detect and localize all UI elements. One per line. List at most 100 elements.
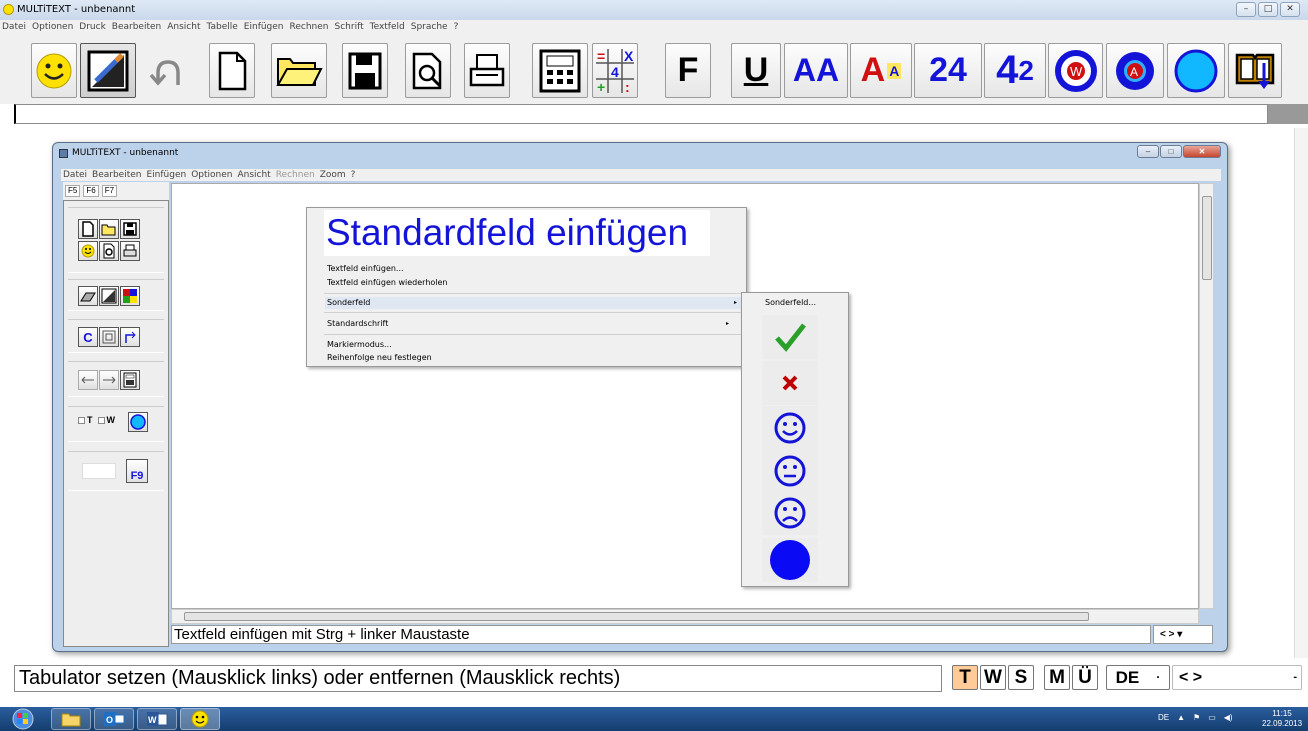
inner-menu-help[interactable]: ? (351, 169, 356, 181)
font-color-button[interactable]: A A (850, 43, 912, 98)
menu-textfeld[interactable]: Textfeld (370, 20, 405, 34)
panel-size-field[interactable] (82, 463, 116, 479)
menu-help[interactable]: ? (454, 20, 459, 34)
inner-vscroll-thumb[interactable] (1202, 196, 1212, 280)
number-42-button[interactable]: 4 2 (984, 43, 1046, 98)
math-grid-button[interactable]: = X 4 +: (592, 43, 638, 98)
number-24-button[interactable]: 24 (914, 43, 982, 98)
tab-button-m[interactable]: M (1044, 665, 1070, 690)
inner-menu-rechnen[interactable]: Rechnen (276, 169, 315, 181)
tray-up-arrow-icon[interactable]: ▲ (1177, 713, 1185, 722)
inner-menu-zoom[interactable]: Zoom (320, 169, 346, 181)
panel-circle-button[interactable] (128, 412, 148, 432)
tab-button-w[interactable]: W (980, 665, 1006, 690)
menu-tabelle[interactable]: Tabelle (206, 20, 237, 34)
bold-button[interactable]: F (665, 43, 711, 98)
tray-volume-icon[interactable]: ◀) (1224, 713, 1233, 722)
new-document-button[interactable] (209, 43, 255, 98)
tab-f7[interactable]: F7 (101, 185, 118, 197)
menu-item-textfeld-wiederholen[interactable]: Textfeld einfügen wiederholen (327, 277, 737, 288)
panel-f9-button[interactable]: F9 (126, 459, 148, 483)
panel-smiley-button[interactable] (78, 241, 98, 261)
inner-minimize-button[interactable]: – (1137, 145, 1159, 158)
menu-item-sonderfeld[interactable]: Sonderfeld ▸ (325, 297, 745, 309)
inner-nav-selector[interactable]: < > ▾ (1153, 625, 1213, 644)
book-button[interactable] (1228, 43, 1282, 98)
main-vertical-scrollbar[interactable] (1294, 128, 1308, 658)
inner-menu-datei[interactable]: Datei (63, 169, 87, 181)
clock[interactable]: 11:15 22.09.2013 (1262, 709, 1302, 729)
inner-menu-ansicht[interactable]: Ansicht (237, 169, 270, 181)
menu-rechnen[interactable]: Rechnen (290, 20, 329, 34)
inner-horizontal-scrollbar[interactable] (171, 609, 1199, 624)
taskbar-word[interactable]: W (137, 708, 177, 730)
panel-left-button[interactable] (78, 370, 98, 390)
symbol-neutral[interactable] (762, 449, 818, 493)
panel-design-button[interactable] (99, 286, 119, 306)
panel-print-button[interactable] (120, 241, 140, 261)
text-input-bar[interactable] (14, 104, 1268, 124)
checkbox-t[interactable] (78, 416, 85, 424)
tab-button-s[interactable]: S (1008, 665, 1034, 690)
underline-button[interactable]: U (731, 43, 781, 98)
panel-c-button[interactable]: C (78, 327, 98, 347)
menu-sprache[interactable]: Sprache (411, 20, 448, 34)
checkbox-w[interactable] (97, 416, 105, 424)
inner-menu-optionen[interactable]: Optionen (191, 169, 232, 181)
tab-nav-select[interactable]: < > - (1172, 665, 1302, 690)
menu-bearbeiten[interactable]: Bearbeiten (112, 20, 161, 34)
panel-eraser-button[interactable] (78, 286, 98, 306)
panel-save-button[interactable] (120, 219, 140, 239)
calculator-button[interactable] (532, 43, 588, 98)
start-button[interactable] (8, 708, 38, 730)
panel-preview-button[interactable] (99, 241, 119, 261)
circle-w-button[interactable]: W (1048, 43, 1103, 98)
submenu-header[interactable]: Sonderfeld... (765, 297, 845, 308)
menu-ansicht[interactable]: Ansicht (167, 20, 200, 34)
menu-item-reihenfolge[interactable]: Reihenfolge neu festlegen (327, 352, 737, 363)
menu-item-markiermodus[interactable]: Markiermodus... (327, 339, 737, 350)
tab-f5[interactable]: F5 (65, 185, 81, 197)
open-folder-button[interactable] (271, 43, 327, 98)
panel-calculator-button[interactable] (120, 370, 140, 390)
symbol-cross[interactable] (762, 361, 818, 405)
print-preview-button[interactable] (405, 43, 451, 98)
tab-f6[interactable]: F6 (83, 185, 99, 197)
menu-schrift[interactable]: Schrift (335, 20, 364, 34)
taskbar-multitext[interactable] (180, 708, 220, 730)
inner-vertical-scrollbar[interactable] (1199, 183, 1214, 609)
print-button[interactable] (464, 43, 510, 98)
tab-button-ue[interactable]: Ü (1072, 665, 1098, 690)
taskbar-outlook[interactable]: O (94, 708, 134, 730)
language-select[interactable]: DE · (1106, 665, 1170, 690)
symbol-check[interactable] (762, 315, 818, 359)
font-size-button[interactable]: AA (784, 43, 848, 98)
maximize-button[interactable]: □ (1258, 2, 1278, 17)
panel-colors-button[interactable] (120, 286, 140, 306)
menu-optionen[interactable]: Optionen (32, 20, 73, 34)
inner-maximize-button[interactable]: □ (1160, 145, 1182, 158)
tray-flag-icon[interactable]: ⚑ (1193, 713, 1200, 722)
panel-open-button[interactable] (99, 219, 119, 239)
tray-network-icon[interactable]: ▭ (1208, 713, 1216, 722)
smiley-button[interactable] (31, 43, 77, 98)
inner-menu-bearbeiten[interactable]: Bearbeiten (92, 169, 141, 181)
save-button[interactable] (342, 43, 388, 98)
menu-item-standardschrift[interactable]: Standardschrift ▸ (327, 318, 737, 329)
inner-hscroll-thumb[interactable] (184, 612, 1089, 621)
tray-language[interactable]: DE (1158, 713, 1169, 722)
inner-close-button[interactable]: ✕ (1183, 145, 1221, 158)
undo-button[interactable] (143, 43, 189, 98)
circle-button[interactable] (1167, 43, 1225, 98)
close-button[interactable]: ✕ (1280, 2, 1300, 17)
inner-menu-einfuegen[interactable]: Einfügen (146, 169, 186, 181)
menu-item-textfeld-einfuegen[interactable]: Textfeld einfügen... (327, 263, 737, 274)
menu-druck[interactable]: Druck (79, 20, 106, 34)
minimize-button[interactable]: – (1236, 2, 1256, 17)
symbol-circle[interactable] (762, 538, 818, 582)
panel-frame-button[interactable] (99, 327, 119, 347)
menu-einfuegen[interactable]: Einfügen (244, 20, 284, 34)
symbol-smile[interactable] (762, 406, 818, 450)
menu-datei[interactable]: Datei (2, 20, 26, 34)
panel-tab-arrow-button[interactable] (120, 327, 140, 347)
